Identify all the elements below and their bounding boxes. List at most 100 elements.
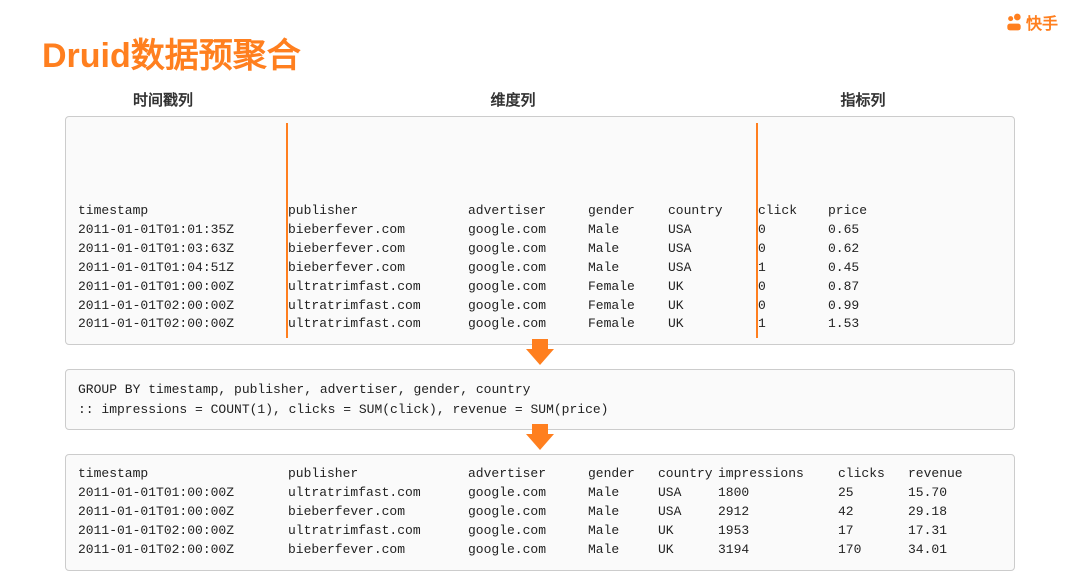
table-cell: 2011-01-01T02:00:00Z [78,522,288,541]
arrow-down [65,430,1015,454]
table-cell: 3194 [718,541,838,560]
table-cell: UK [658,522,718,541]
table-cell: 2912 [718,503,838,522]
table-cell: google.com [468,259,588,278]
raw-data-table: timestamppublisheradvertisergendercountr… [65,116,1015,345]
table-cell: Male [588,503,658,522]
kuaishou-logo: 快手 [1004,10,1058,34]
table-cell: 0.45 [828,259,888,278]
table-cell: Male [588,522,658,541]
table-cell: 0.65 [828,221,888,240]
table-cell: 1953 [718,522,838,541]
table-cell: bieberfever.com [288,240,468,259]
groupby-line2: :: impressions = COUNT(1), clicks = SUM(… [78,400,1002,420]
kuaishou-text: 快手 [1026,10,1058,34]
table-cell: USA [658,503,718,522]
table-cell: 0.99 [828,297,888,316]
table-cell: 17 [838,522,908,541]
table-cell: Male [588,259,668,278]
table-cell: 2011-01-01T01:00:00Z [78,484,288,503]
table-cell: 1800 [718,484,838,503]
table-cell: gender [588,465,658,484]
table-cell: impressions [718,465,838,484]
table-cell: google.com [468,240,588,259]
table-cell: ultratrimfast.com [288,278,468,297]
table-cell: 2011-01-01T02:00:00Z [78,541,288,560]
table-cell: google.com [468,541,588,560]
table-cell: advertiser [468,202,588,221]
table-cell: bieberfever.com [288,541,468,560]
table-row: 2011-01-01T01:04:51Zbieberfever.comgoogl… [78,259,1002,278]
table-cell: 0 [758,221,828,240]
divider-line [756,123,758,338]
table-cell: ultratrimfast.com [288,522,468,541]
table-cell: 17.31 [908,522,978,541]
table-cell: Female [588,297,668,316]
table-cell: publisher [288,465,468,484]
table-cell: google.com [468,503,588,522]
label-dimension-col: 维度列 [303,89,723,110]
arrow-icon [526,349,554,365]
table-cell: 2011-01-01T01:00:00Z [78,278,288,297]
table-cell: advertiser [468,465,588,484]
table-cell: ultratrimfast.com [288,315,468,334]
table-cell: 0.62 [828,240,888,259]
table-row: 2011-01-01T01:00:00Zultratrimfast.comgoo… [78,484,1002,503]
aggregated-data-table: timestamppublisheradvertisergendercountr… [65,454,1015,570]
table-cell: 2011-01-01T02:00:00Z [78,315,288,334]
table-cell: clicks [838,465,908,484]
table-cell: 2011-01-01T02:00:00Z [78,297,288,316]
table-cell: 0 [758,278,828,297]
table-cell: country [668,202,758,221]
table-cell: bieberfever.com [288,221,468,240]
table-cell: timestamp [78,465,288,484]
table-cell: Male [588,484,658,503]
table-cell: ultratrimfast.com [288,484,468,503]
table-cell: 29.18 [908,503,978,522]
table-cell: google.com [468,221,588,240]
table-cell: Female [588,278,668,297]
table-cell: UK [658,541,718,560]
table-cell: gender [588,202,668,221]
page-title: Druid数据预聚合 [42,28,1040,77]
table-cell: google.com [468,297,588,316]
table-cell: 42 [838,503,908,522]
table-cell: 2011-01-01T01:01:35Z [78,221,288,240]
table-row: 2011-01-01T01:01:35Zbieberfever.comgoogl… [78,221,1002,240]
table-row: 2011-01-01T01:00:00Zultratrimfast.comgoo… [78,278,1002,297]
table-cell: Male [588,240,668,259]
table-cell: 170 [838,541,908,560]
table-cell: google.com [468,315,588,334]
table-cell: 1 [758,259,828,278]
table-cell: 2011-01-01T01:00:00Z [78,503,288,522]
table-cell: google.com [468,522,588,541]
table-row: 2011-01-01T02:00:00Zultratrimfast.comgoo… [78,315,1002,334]
table-cell: timestamp [78,202,288,221]
table-cell: UK [668,315,758,334]
table-cell: 2011-01-01T01:03:63Z [78,240,288,259]
table-row: 2011-01-01T01:03:63Zbieberfever.comgoogl… [78,240,1002,259]
table-cell: 0 [758,240,828,259]
table-cell: price [828,202,888,221]
table-cell: 2011-01-01T01:04:51Z [78,259,288,278]
table-row: 2011-01-01T02:00:00Zultratrimfast.comgoo… [78,522,1002,541]
table-cell: country [658,465,718,484]
table-cell: ultratrimfast.com [288,297,468,316]
section-labels: 时间戳列 维度列 指标列 [65,89,1015,116]
label-metric-col: 指标列 [723,89,1003,110]
table-cell: google.com [468,484,588,503]
diagram-content: 时间戳列 维度列 指标列 timestamppublisheradvertise… [65,89,1015,571]
table-cell: 0.87 [828,278,888,297]
table-row: 2011-01-01T02:00:00Zbieberfever.comgoogl… [78,541,1002,560]
groupby-expression: GROUP BY timestamp, publisher, advertise… [65,369,1015,430]
table-cell: bieberfever.com [288,259,468,278]
table-cell: USA [668,259,758,278]
divider-line [286,123,288,338]
groupby-line1: GROUP BY timestamp, publisher, advertise… [78,380,1002,400]
table-cell: Male [588,221,668,240]
table-cell: click [758,202,828,221]
table-cell: bieberfever.com [288,503,468,522]
table-cell: USA [668,240,758,259]
table-cell: 34.01 [908,541,978,560]
table-cell: Female [588,315,668,334]
